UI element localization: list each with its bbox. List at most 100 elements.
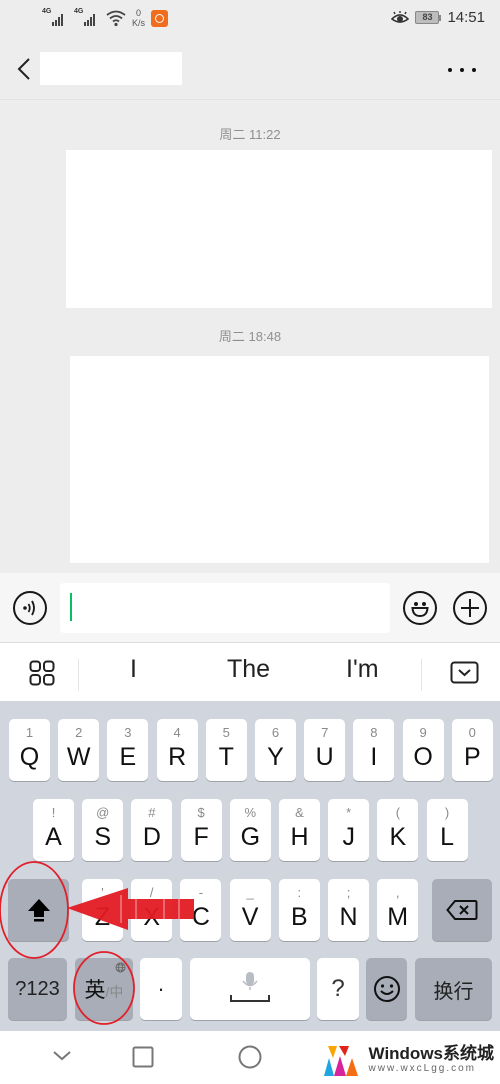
key-secondary-label: 6 bbox=[271, 725, 280, 740]
voice-icon[interactable] bbox=[13, 591, 47, 625]
key-x[interactable]: / X bbox=[131, 879, 173, 941]
key-q[interactable]: 1Q bbox=[9, 719, 50, 781]
chevron-down-icon[interactable] bbox=[52, 1049, 72, 1063]
key-label: S bbox=[94, 823, 112, 851]
keyboard-hide-icon[interactable] bbox=[450, 661, 479, 684]
message-timestamp: 周二 18:48 bbox=[218, 329, 282, 344]
emoji-icon[interactable] bbox=[403, 591, 437, 625]
backspace-key[interactable] bbox=[432, 879, 492, 941]
key-a[interactable]: ! A bbox=[33, 799, 74, 861]
key-label: I bbox=[370, 743, 378, 771]
divider bbox=[421, 659, 422, 691]
chevron-left-icon[interactable] bbox=[14, 54, 36, 84]
key-secondary-label: @ bbox=[96, 805, 110, 820]
key-h[interactable]: & H bbox=[279, 799, 320, 861]
key-label: G bbox=[240, 823, 261, 851]
message-bubble[interactable] bbox=[66, 150, 492, 308]
lang-secondary: /中 bbox=[105, 984, 124, 1000]
message-input[interactable] bbox=[60, 583, 390, 633]
emoji-key[interactable] bbox=[366, 958, 407, 1020]
chat-area[interactable]: 周二 11:22 周二 18:48 bbox=[0, 101, 500, 573]
clock: 14:51 bbox=[447, 9, 485, 26]
key-label: B bbox=[290, 903, 308, 931]
space-key[interactable] bbox=[190, 958, 310, 1020]
key-m[interactable]: ,M bbox=[377, 879, 419, 941]
key-secondary-label: , bbox=[395, 885, 400, 900]
key-n[interactable]: ; N bbox=[328, 879, 369, 941]
watermark-title: Windows系统城 bbox=[368, 1044, 494, 1063]
message-timestamp: 周二 11:22 bbox=[219, 127, 281, 142]
key-c[interactable]: -C bbox=[180, 879, 222, 941]
circle-icon[interactable] bbox=[238, 1045, 262, 1069]
key-label: W bbox=[66, 743, 91, 771]
key-label: N bbox=[339, 903, 358, 931]
suggestion-item[interactable]: I bbox=[130, 655, 137, 684]
key-secondary-label: 7 bbox=[321, 725, 329, 740]
key-o[interactable]: 9O bbox=[402, 719, 444, 781]
smiley-icon bbox=[373, 976, 400, 1002]
key-g[interactable]: % G bbox=[229, 799, 271, 861]
plus-icon[interactable] bbox=[453, 591, 487, 625]
keyboard: 1Q2W3E4R5T6Y7U8I9O0P ! A @ S # D $ F% G & H * J(K) L … bbox=[0, 701, 500, 1031]
key-secondary-label: # bbox=[148, 805, 156, 820]
key-label: D bbox=[142, 823, 161, 851]
lang-primary: 英 bbox=[84, 979, 106, 1002]
key-secondary-label: ) bbox=[444, 805, 450, 820]
suggestion-bar: I The I'm bbox=[0, 643, 500, 701]
key-secondary-label: 8 bbox=[370, 725, 378, 740]
key-i[interactable]: 8I bbox=[353, 719, 395, 781]
globe-icon bbox=[115, 962, 126, 973]
suggestion-item[interactable]: I'm bbox=[346, 655, 379, 684]
key-u[interactable]: 7U bbox=[304, 719, 346, 781]
key-label: J bbox=[342, 823, 355, 851]
key-w[interactable]: 2W bbox=[58, 719, 100, 781]
key-r[interactable]: 4R bbox=[156, 719, 198, 781]
app-notification-icon bbox=[151, 9, 169, 27]
key-secondary-label: ! bbox=[51, 805, 56, 820]
square-icon[interactable] bbox=[132, 1046, 154, 1068]
key-z[interactable]: ' Z bbox=[82, 879, 123, 941]
key-f[interactable]: $ F bbox=[180, 799, 222, 861]
more-dots-icon[interactable] bbox=[448, 58, 476, 82]
period-key[interactable]: · bbox=[140, 958, 182, 1020]
suggestion-item[interactable]: The bbox=[227, 655, 270, 684]
key-label: E bbox=[119, 743, 137, 771]
key-secondary-label: % bbox=[244, 805, 257, 820]
message-bubble[interactable] bbox=[70, 356, 489, 563]
key-y[interactable]: 6Y bbox=[255, 719, 296, 781]
key-p[interactable]: 0P bbox=[451, 719, 493, 781]
shift-key[interactable] bbox=[8, 879, 69, 941]
divider bbox=[78, 659, 79, 691]
key-secondary-label: / bbox=[149, 885, 154, 900]
input-bar bbox=[0, 573, 500, 643]
key-j[interactable]: * J bbox=[328, 799, 370, 861]
network-type-label: 4G bbox=[74, 8, 84, 15]
status-bar: 4G 4G 0 K/s 83 14:51 bbox=[0, 0, 500, 40]
key-e[interactable]: 3E bbox=[107, 719, 149, 781]
language-switch-key[interactable]: 英/中 bbox=[75, 958, 133, 1020]
key-l[interactable]: ) L bbox=[426, 799, 468, 861]
enter-key[interactable]: 换行 bbox=[415, 958, 492, 1020]
key-k[interactable]: (K bbox=[377, 799, 419, 861]
battery-icon: 83 bbox=[415, 11, 442, 24]
key-b[interactable]: :B bbox=[278, 879, 320, 941]
key-secondary-label: $ bbox=[197, 805, 205, 820]
key-s[interactable]: @ S bbox=[82, 799, 124, 861]
key-label: K bbox=[389, 823, 407, 851]
key-v[interactable]: _ V bbox=[229, 879, 271, 941]
question-key[interactable]: ? bbox=[317, 958, 359, 1020]
text-caret bbox=[70, 593, 72, 621]
key-label: U bbox=[315, 743, 334, 771]
key-label: A bbox=[45, 823, 62, 851]
key-label: Q bbox=[19, 743, 40, 771]
key-d[interactable]: # D bbox=[131, 799, 173, 861]
key-label: Z bbox=[94, 903, 111, 931]
backspace-icon bbox=[446, 900, 478, 920]
key-secondary-label: _ bbox=[246, 885, 254, 900]
speed-unit: K/s bbox=[132, 18, 146, 28]
key-label: H bbox=[290, 823, 309, 851]
key-t[interactable]: 5T bbox=[205, 719, 247, 781]
numbers-key[interactable]: ?123 bbox=[8, 958, 67, 1020]
shift-arrow-icon bbox=[27, 899, 50, 922]
grid-icon[interactable] bbox=[29, 660, 55, 686]
